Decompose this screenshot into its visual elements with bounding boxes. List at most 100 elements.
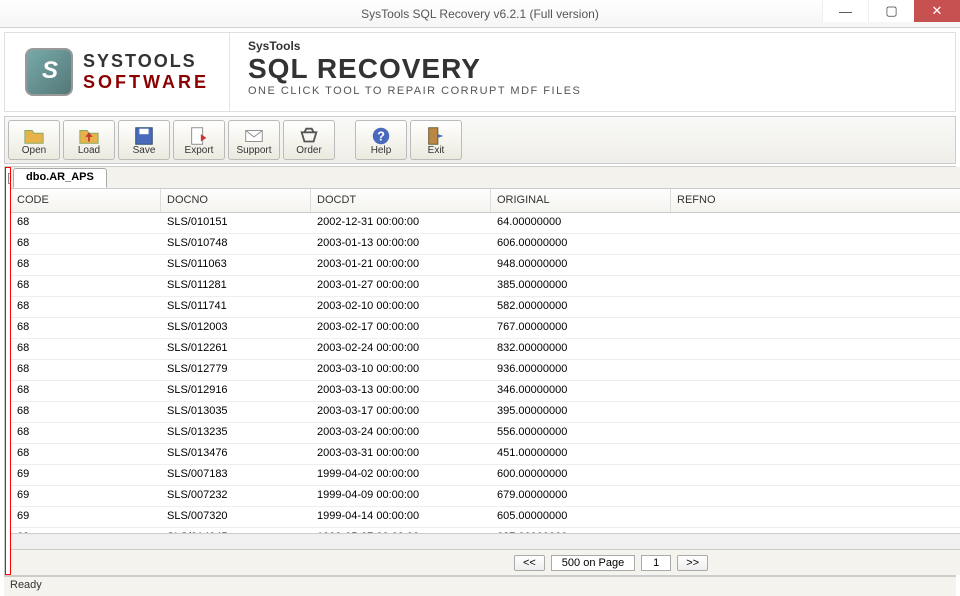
- cell-code: 68: [11, 360, 161, 380]
- logo-text: SYSTOOLS SOFTWARE: [83, 51, 209, 93]
- status-text: Ready: [10, 579, 42, 591]
- cell-code: 68: [11, 234, 161, 254]
- grid-header: CODE DOCNO DOCDT ORIGINAL REFNO: [11, 189, 960, 213]
- save-button[interactable]: Save: [118, 120, 170, 160]
- toolbar-label: Load: [78, 145, 100, 156]
- load-button[interactable]: Load: [63, 120, 115, 160]
- pager-prev-button[interactable]: <<: [514, 555, 545, 571]
- table-row[interactable]: 68SLS/0120032003-02-17 00:00:00767.00000…: [11, 318, 960, 339]
- cell-docdt: 1999-04-14 00:00:00: [311, 507, 491, 527]
- save-icon: [133, 125, 155, 145]
- logo-text-bottom: SOFTWARE: [83, 72, 209, 93]
- help-button[interactable]: ?Help: [355, 120, 407, 160]
- table-row[interactable]: 69SLS/0073201999-04-14 00:00:00605.00000…: [11, 507, 960, 528]
- cell-original: 64.00000000: [491, 213, 671, 233]
- cell-code: 68: [11, 297, 161, 317]
- close-button[interactable]: ✕: [914, 0, 960, 22]
- table-row[interactable]: 68SLS/0130352003-03-17 00:00:00395.00000…: [11, 402, 960, 423]
- cell-docno: SLS/013035: [161, 402, 311, 422]
- cell-refno: [671, 486, 960, 506]
- cell-refno: [671, 381, 960, 401]
- cell-original: 948.00000000: [491, 255, 671, 275]
- cell-refno: [671, 465, 960, 485]
- cell-original: 451.00000000: [491, 444, 671, 464]
- cell-code: 69: [11, 465, 161, 485]
- support-button[interactable]: Support: [228, 120, 280, 160]
- export-button[interactable]: Export: [173, 120, 225, 160]
- pager-info: 500 on Page: [551, 555, 635, 571]
- maximize-button[interactable]: ▢: [868, 0, 914, 22]
- cell-refno: [671, 318, 960, 338]
- table-row[interactable]: 68SLS/0117412003-02-10 00:00:00582.00000…: [11, 297, 960, 318]
- pager: << 500 on Page 1 >>: [11, 549, 960, 575]
- cell-refno: [671, 423, 960, 443]
- column-header-original[interactable]: ORIGINAL: [491, 189, 671, 212]
- cell-docno: SLS/010151: [161, 213, 311, 233]
- svg-text:?: ?: [377, 128, 385, 143]
- table-row[interactable]: 68SLS/0112812003-01-27 00:00:00385.00000…: [11, 276, 960, 297]
- order-button[interactable]: Order: [283, 120, 335, 160]
- grid-panel: dbo.AR_APS CODE DOCNO DOCDT ORIGINAL REF…: [11, 167, 960, 575]
- table-row[interactable]: 68SLS/0134762003-03-31 00:00:00451.00000…: [11, 444, 960, 465]
- grid-hscrollbar[interactable]: [11, 533, 960, 549]
- column-header-docdt[interactable]: DOCDT: [311, 189, 491, 212]
- cell-original: 582.00000000: [491, 297, 671, 317]
- cell-original: 606.00000000: [491, 234, 671, 254]
- table-row[interactable]: 68SLS/0101512002-12-31 00:00:0064.000000…: [11, 213, 960, 234]
- cell-original: 385.00000000: [491, 276, 671, 296]
- table-row[interactable]: 68SLS/0122612003-02-24 00:00:00832.00000…: [11, 339, 960, 360]
- cell-docdt: 2003-03-10 00:00:00: [311, 360, 491, 380]
- cell-docno: SLS/011281: [161, 276, 311, 296]
- table-row[interactable]: 68SLS/0129162003-03-13 00:00:00346.00000…: [11, 381, 960, 402]
- cell-code: 69: [11, 507, 161, 527]
- pager-next-button[interactable]: >>: [677, 555, 708, 571]
- logo-text-top: SYSTOOLS: [83, 51, 209, 72]
- cell-docno: SLS/010748: [161, 234, 311, 254]
- cell-docdt: 2003-03-24 00:00:00: [311, 423, 491, 443]
- cell-docno: SLS/007232: [161, 486, 311, 506]
- cell-original: 556.00000000: [491, 423, 671, 443]
- cell-refno: [671, 255, 960, 275]
- table-row[interactable]: 69SLS/0072321999-04-09 00:00:00679.00000…: [11, 486, 960, 507]
- cell-code: 68: [11, 423, 161, 443]
- tab-ar-aps[interactable]: dbo.AR_APS: [13, 168, 107, 188]
- cell-docdt: 2003-03-31 00:00:00: [311, 444, 491, 464]
- cell-code: 68: [11, 444, 161, 464]
- cell-docno: SLS/012916: [161, 381, 311, 401]
- cell-docno: SLS/012003: [161, 318, 311, 338]
- product-name: SQL RECOVERY: [248, 53, 581, 85]
- cell-code: 68: [11, 339, 161, 359]
- cell-docno: SLS/007183: [161, 465, 311, 485]
- toolbar-label: Export: [185, 145, 214, 156]
- open-button[interactable]: Open: [8, 120, 60, 160]
- app-banner: SYSTOOLS SOFTWARE SysTools SQL RECOVERY …: [4, 32, 956, 112]
- cell-original: 679.00000000: [491, 486, 671, 506]
- grid-body[interactable]: 68SLS/0101512002-12-31 00:00:0064.000000…: [11, 213, 960, 533]
- cell-original: 832.00000000: [491, 339, 671, 359]
- toolbar-label: Save: [133, 145, 156, 156]
- status-bar: Ready: [4, 576, 956, 596]
- column-header-docno[interactable]: DOCNO: [161, 189, 311, 212]
- table-row[interactable]: 68SLS/0127792003-03-10 00:00:00936.00000…: [11, 360, 960, 381]
- load-icon: [78, 125, 100, 145]
- cell-original: 600.00000000: [491, 465, 671, 485]
- support-icon: [243, 125, 265, 145]
- cell-refno: [671, 507, 960, 527]
- column-header-refno[interactable]: REFNO: [671, 189, 960, 212]
- cell-docdt: 2003-01-27 00:00:00: [311, 276, 491, 296]
- main-content: −SAMPLE2(SQL Server 2008)−Tables(8)−dbo.…: [4, 166, 956, 576]
- exit-button[interactable]: Exit: [410, 120, 462, 160]
- table-row[interactable]: 68SLS/0132352003-03-24 00:00:00556.00000…: [11, 423, 960, 444]
- table-row[interactable]: 68SLS/0107482003-01-13 00:00:00606.00000…: [11, 234, 960, 255]
- cell-docdt: 1999-04-02 00:00:00: [311, 465, 491, 485]
- cell-refno: [671, 234, 960, 254]
- pager-page-number[interactable]: 1: [641, 555, 671, 571]
- product-tagline: ONE CLICK TOOL TO REPAIR CORRUPT MDF FIL…: [248, 85, 581, 97]
- minimize-button[interactable]: —: [822, 0, 868, 22]
- column-header-code[interactable]: CODE: [11, 189, 161, 212]
- table-row[interactable]: 69SLS/0071831999-04-02 00:00:00600.00000…: [11, 465, 960, 486]
- cell-refno: [671, 297, 960, 317]
- table-row[interactable]: 68SLS/0110632003-01-21 00:00:00948.00000…: [11, 255, 960, 276]
- cell-original: 605.00000000: [491, 507, 671, 527]
- toolbar-label: Open: [22, 145, 46, 156]
